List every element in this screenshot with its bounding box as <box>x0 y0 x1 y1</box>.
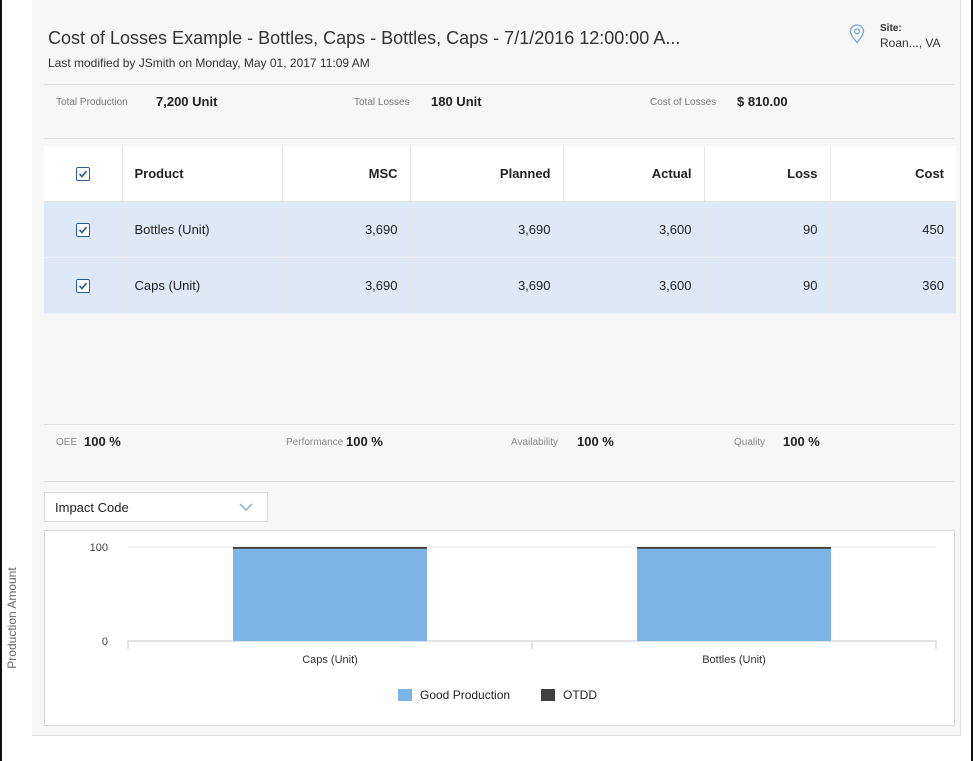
y-tick-label: 0 <box>102 636 108 648</box>
legend-item-otdd[interactable]: OTDD <box>541 688 597 702</box>
legend-swatch-otdd <box>541 689 555 701</box>
bar-otdd <box>233 547 427 549</box>
legend-label-otdd: OTDD <box>563 688 597 702</box>
legend-swatch-good-production <box>398 689 412 701</box>
legend-item-good-production[interactable]: Good Production <box>398 688 510 702</box>
y-tick-label: 100 <box>90 542 108 554</box>
x-tick-label: Caps (Unit) <box>302 654 358 666</box>
legend-label-good-production: Good Production <box>420 688 511 702</box>
x-tick-label: Bottles (Unit) <box>702 654 766 666</box>
chart-y-axis-label: Production Amount <box>5 567 19 669</box>
bar-otdd <box>637 547 831 549</box>
production-chart-plot: 0 100 Caps (Unit) Bottles (Unit) <box>90 542 937 666</box>
bar-good-production <box>233 548 427 641</box>
bar-good-production <box>637 548 831 641</box>
